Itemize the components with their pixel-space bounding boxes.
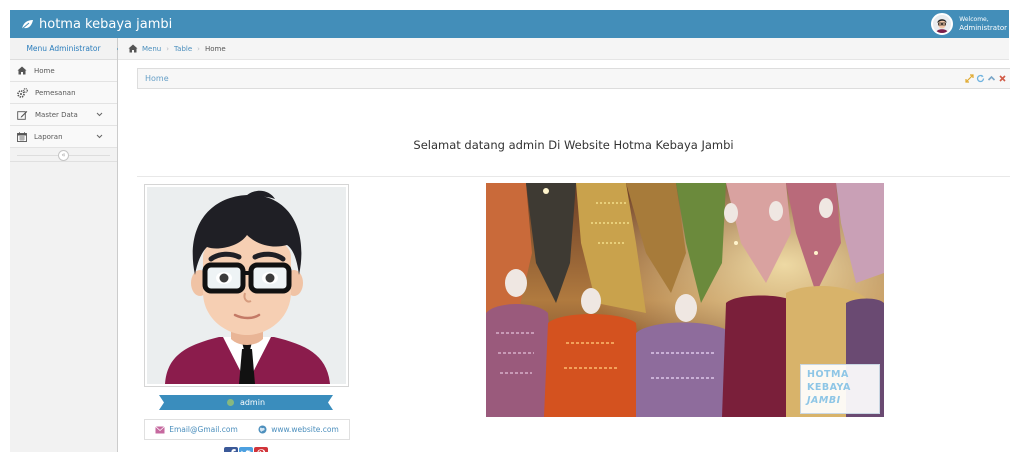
top-navbar: hotma kebaya jambi Welcome, Administrato… (10, 10, 1009, 38)
logo-line: HOTMA (807, 369, 849, 380)
logo-line: KEBAYA (807, 382, 851, 393)
avatar (147, 187, 346, 384)
calendar-icon (17, 131, 27, 142)
hotma-kebaya-logo: HOTMA KEBAYA JAMBI (800, 364, 880, 414)
sidebar-item-home[interactable]: Home (10, 60, 117, 82)
collapse-icon[interactable] (987, 74, 996, 83)
sidebar-item-laporan[interactable]: Laporan (10, 126, 117, 148)
sidebar-item-label: Home (34, 66, 55, 75)
breadcrumb-separator: › (166, 44, 170, 53)
breadcrumb: Menu › Table › Home (118, 38, 1009, 60)
social-links (224, 447, 268, 452)
user-role: Administrator (959, 24, 1007, 32)
chevron-down-icon (96, 112, 103, 117)
sidebar-item-label: Pemesanan (35, 88, 76, 97)
widget-header: Home (137, 68, 1010, 89)
welcome-message: Selamat datang admin Di Website Hotma Ke… (413, 138, 734, 152)
sidebar-item-label: Laporan (34, 132, 63, 141)
sidebar-item-label: Master Data (35, 110, 78, 119)
home-widget: Home Selamat datang admin Di Website Hot… (137, 68, 1010, 452)
sidebar-item-master-data[interactable]: Master Data (10, 104, 117, 126)
website-label: www.website.com (271, 425, 339, 434)
home-icon (128, 44, 138, 53)
globe-icon (258, 425, 267, 434)
pinterest-icon[interactable] (254, 447, 268, 452)
breadcrumb-separator: › (197, 44, 200, 53)
online-status-dot (226, 399, 234, 406)
sidebar: Menu Administrator Home Pemesanan Master… (10, 38, 124, 452)
kebaya-shop-image: HOTMA KEBAYA JAMBI (486, 183, 884, 417)
breadcrumb-menu[interactable]: Menu (142, 45, 161, 53)
email-link[interactable]: Email@Gmail.com (155, 425, 238, 434)
sidebar-collapse-button[interactable]: « (58, 150, 69, 161)
profile-picture (144, 184, 349, 387)
sidebar-header: Menu Administrator (10, 38, 124, 60)
sidebar-title: Menu Administrator (26, 44, 101, 53)
sidebar-collapse: « (10, 148, 117, 162)
refresh-icon[interactable] (976, 74, 985, 83)
welcome-label: Welcome, (959, 16, 989, 23)
widget-body: Selamat datang admin Di Website Hotma Ke… (137, 89, 1010, 452)
close-icon[interactable] (998, 74, 1007, 83)
cogs-icon (17, 87, 28, 98)
brand-title: hotma kebaya jambi (39, 16, 173, 32)
home-icon (17, 66, 27, 75)
website-link[interactable]: www.website.com (258, 425, 339, 434)
facebook-icon[interactable] (224, 447, 238, 452)
logo-line: JAMBI (807, 395, 841, 406)
username-display[interactable]: admin (159, 395, 333, 410)
breadcrumb-table[interactable]: Table (174, 45, 192, 53)
username-label: admin (239, 398, 266, 407)
user-info: Welcome, Administrator (959, 16, 1007, 32)
leaf-icon (21, 19, 33, 29)
twitter-icon[interactable] (239, 447, 253, 452)
contact-links: Email@Gmail.com www.website.com (144, 419, 350, 440)
edit-icon (17, 110, 28, 120)
breadcrumb-current: Home (204, 44, 226, 53)
sidebar-item-pemesanan[interactable]: Pemesanan (10, 82, 117, 104)
email-label: Email@Gmail.com (169, 425, 238, 434)
username-ribbon: admin (159, 395, 333, 410)
widget-title: Home (145, 74, 169, 83)
user-menu[interactable]: Welcome, Administrator (928, 10, 1009, 38)
user-avatar (931, 13, 954, 35)
envelope-icon (155, 425, 165, 433)
content-divider (137, 176, 1010, 177)
widget-toolbar (965, 74, 1007, 83)
expand-icon[interactable] (965, 74, 974, 83)
chevron-down-icon (96, 134, 103, 139)
brand-link[interactable]: hotma kebaya jambi (21, 14, 172, 34)
